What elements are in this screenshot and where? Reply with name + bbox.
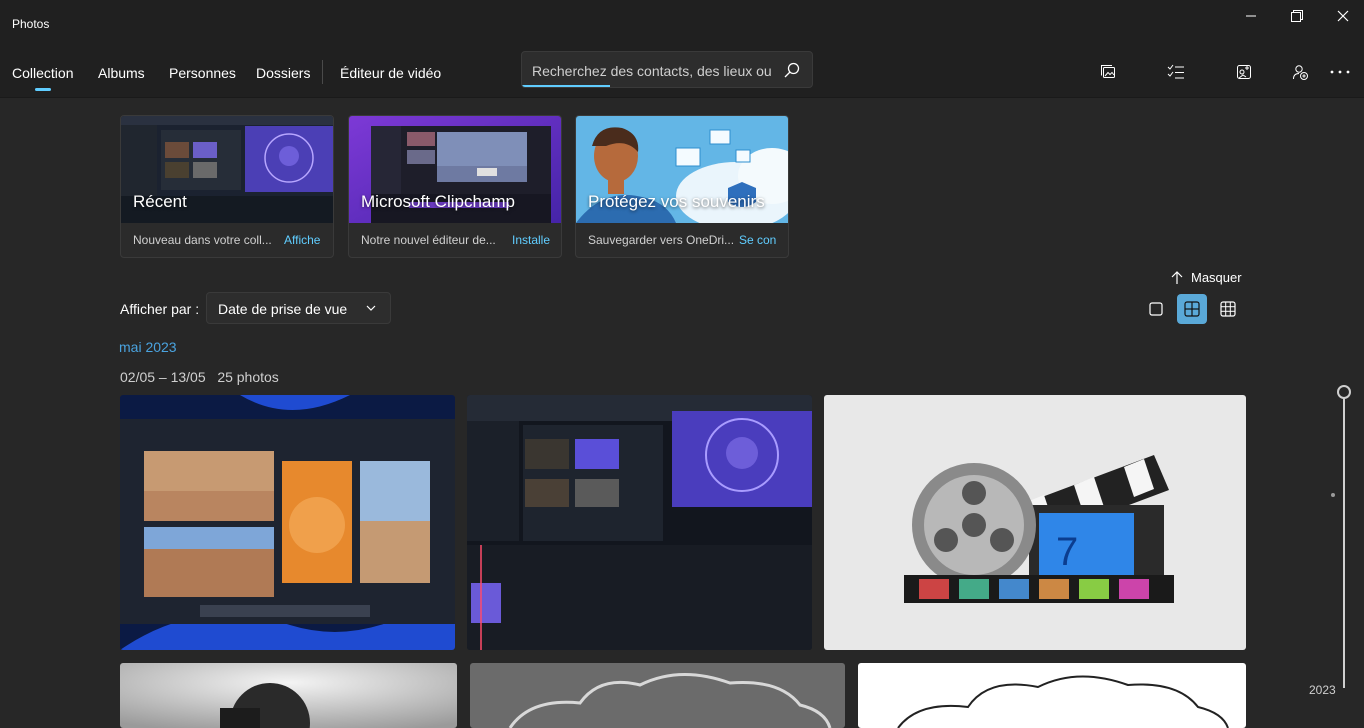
hide-label: Masquer bbox=[1191, 270, 1242, 285]
hide-cards-button[interactable]: Masquer bbox=[1171, 270, 1242, 285]
view-by-label: Afficher par : bbox=[120, 301, 200, 317]
add-account-icon bbox=[1293, 65, 1308, 80]
nav-divider bbox=[322, 60, 323, 84]
date-range-info: 02/05 – 13/05 25 photos bbox=[120, 369, 279, 385]
card-title: Récent bbox=[133, 192, 187, 211]
select-icon bbox=[1167, 64, 1184, 79]
add-account-button[interactable] bbox=[1288, 60, 1312, 84]
photo-thumbnail[interactable] bbox=[120, 663, 457, 728]
photo-thumbnail[interactable] bbox=[858, 663, 1246, 728]
close-button[interactable] bbox=[1320, 0, 1364, 32]
minimize-icon bbox=[1246, 15, 1256, 17]
view-medium-button[interactable] bbox=[1177, 294, 1207, 324]
timeline-track[interactable] bbox=[1343, 392, 1345, 688]
view-by-selected: Date de prise de vue bbox=[218, 301, 348, 317]
card-link[interactable]: Installe bbox=[512, 233, 550, 247]
single-view-icon bbox=[1149, 302, 1163, 316]
timeline-year[interactable]: 2023 bbox=[1309, 683, 1336, 697]
close-icon bbox=[1337, 10, 1349, 22]
search-icon[interactable] bbox=[784, 62, 800, 78]
tab-personnes[interactable]: Personnes bbox=[169, 65, 236, 81]
chevron-down-icon bbox=[366, 305, 376, 311]
photo-thumbnail[interactable] bbox=[120, 395, 455, 650]
search-box[interactable]: Recherchez des contacts, des lieux ou bbox=[521, 51, 813, 88]
more-options-button[interactable] bbox=[1328, 60, 1352, 84]
card-onedrive[interactable]: Protégez vos souvenirs Sauvegarder vers … bbox=[575, 115, 789, 258]
import-icon bbox=[1101, 65, 1115, 78]
card-description: Notre nouvel éditeur de... bbox=[361, 233, 496, 247]
minimize-button[interactable] bbox=[1228, 0, 1274, 32]
month-header[interactable]: mai 2023 bbox=[119, 339, 177, 355]
restore-icon bbox=[1291, 10, 1303, 22]
card-recent[interactable]: Récent Nouveau dans votre coll... Affich… bbox=[120, 115, 334, 258]
date-range: 02/05 – 13/05 bbox=[120, 369, 206, 385]
timeline-thumb[interactable] bbox=[1337, 385, 1351, 399]
search-focus-accent bbox=[522, 85, 610, 87]
small-grid-icon bbox=[1220, 301, 1236, 317]
svg-text:7: 7 bbox=[1056, 530, 1078, 574]
tab-dossiers[interactable]: Dossiers bbox=[256, 65, 310, 81]
tab-albums[interactable]: Albums bbox=[98, 65, 145, 81]
card-description: Nouveau dans votre coll... bbox=[133, 233, 272, 247]
view-small-button[interactable] bbox=[1213, 294, 1243, 324]
edit-photo-button[interactable] bbox=[1232, 60, 1256, 84]
photo-thumbnail[interactable]: 7 bbox=[824, 395, 1246, 650]
tab-collection[interactable]: Collection bbox=[12, 65, 73, 81]
selected-tab-indicator bbox=[35, 88, 51, 91]
tab-video-editor[interactable]: Éditeur de vidéo bbox=[340, 65, 441, 81]
photo-count: 25 photos bbox=[217, 369, 279, 385]
title-bar: Photos bbox=[0, 0, 1364, 48]
card-clipchamp[interactable]: Microsoft Clipchamp Notre nouvel éditeur… bbox=[348, 115, 562, 258]
restore-button[interactable] bbox=[1274, 0, 1320, 32]
search-input[interactable]: Recherchez des contacts, des lieux ou bbox=[532, 63, 772, 79]
view-by-dropdown[interactable]: Date de prise de vue bbox=[206, 292, 391, 324]
edit-photo-icon bbox=[1237, 65, 1251, 79]
select-button[interactable] bbox=[1164, 60, 1188, 84]
card-link[interactable]: Affiche bbox=[284, 233, 320, 247]
photo-thumbnail[interactable] bbox=[467, 395, 812, 650]
card-title: Protégez vos souvenirs bbox=[588, 192, 765, 211]
timeline-marker bbox=[1331, 493, 1335, 497]
view-single-button[interactable] bbox=[1141, 294, 1171, 324]
card-link[interactable]: Se con bbox=[739, 233, 776, 247]
card-title: Microsoft Clipchamp bbox=[361, 192, 515, 211]
card-description: Sauvegarder vers OneDri... bbox=[588, 233, 735, 247]
medium-grid-icon bbox=[1184, 301, 1200, 317]
arrow-up-icon bbox=[1171, 270, 1183, 284]
app-title: Photos bbox=[12, 17, 50, 31]
more-icon bbox=[1330, 70, 1350, 74]
photo-thumbnail[interactable] bbox=[470, 663, 845, 728]
import-button[interactable] bbox=[1096, 60, 1120, 84]
